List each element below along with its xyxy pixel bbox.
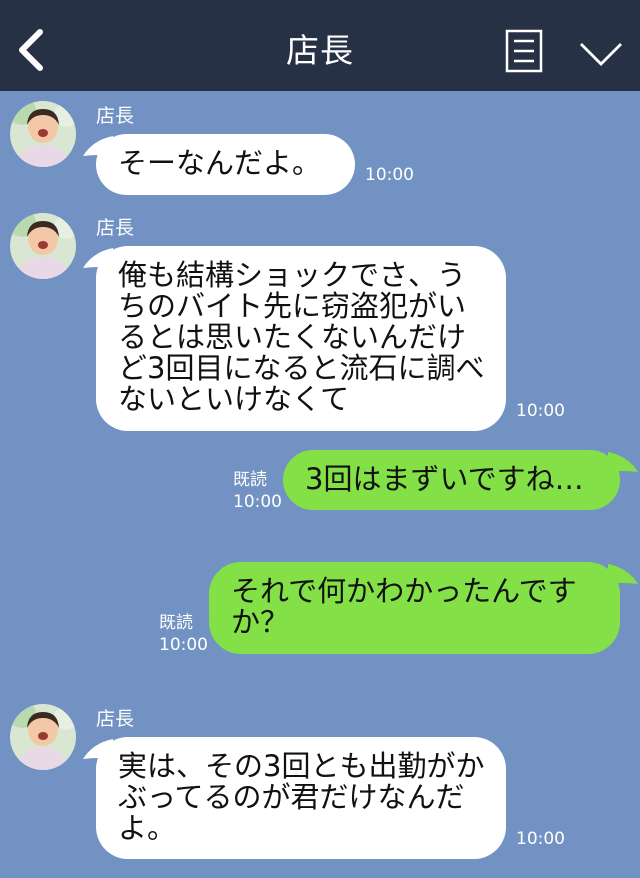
sender-name: 店長 (96, 217, 135, 239)
avatar[interactable] (10, 213, 76, 279)
message-bubble: 俺も結構ショックでさ、うちのバイト先に窃盗犯がいるとは思いたくないんだけど3回目… (96, 246, 506, 431)
message-bubble: 3回はまずいですね… (283, 450, 620, 510)
sender-name: 店長 (96, 105, 135, 127)
message-time: 10:00 (365, 165, 414, 185)
chevron-down-icon[interactable] (578, 40, 624, 68)
chat-header: 店長 (0, 0, 640, 91)
read-status: 既読 10:00 (233, 469, 282, 513)
bubble-tail (608, 564, 638, 584)
message-time: 10:00 (233, 492, 282, 512)
message-time: 10:00 (159, 635, 208, 655)
chat-title: 店長 (286, 31, 354, 70)
message-bubble: 実は、その3回とも出勤がかぶってるのが君だけなんだよ。 (96, 737, 506, 859)
message-bubble: そーなんだよ。 (96, 134, 355, 195)
sender-name: 店長 (96, 708, 135, 730)
menu-icon[interactable] (505, 29, 543, 73)
bubble-tail (608, 452, 638, 472)
read-status: 既読 10:00 (159, 612, 208, 656)
message-bubble: それで何かわかったんですか？ (209, 562, 620, 654)
message-time: 10:00 (516, 401, 565, 421)
message-time: 10:00 (516, 829, 565, 849)
read-label: 既読 (159, 613, 193, 633)
avatar[interactable] (10, 704, 76, 770)
read-label: 既読 (233, 470, 267, 490)
avatar[interactable] (10, 101, 76, 167)
